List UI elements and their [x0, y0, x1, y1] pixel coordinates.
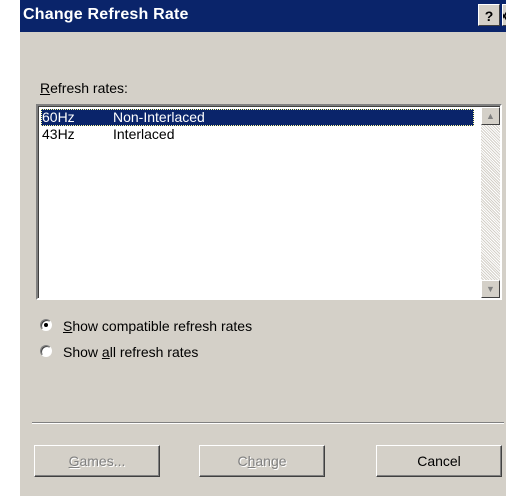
- close-button[interactable]: X: [502, 4, 506, 26]
- show-compatible-label: Show compatible refresh rates: [63, 317, 252, 335]
- show-all-text-pre: Show: [63, 344, 102, 360]
- refresh-rates-label-text: efresh rates:: [50, 80, 128, 96]
- games-text: ames...: [79, 453, 126, 469]
- show-all-radio[interactable]: Show all refresh rates: [40, 343, 240, 361]
- mode-cell: Non-Interlaced: [113, 109, 205, 125]
- show-all-text: ll refresh rates: [109, 344, 199, 360]
- games-accel: G: [68, 453, 80, 469]
- show-all-accel: a: [101, 344, 110, 360]
- show-compatible-radio[interactable]: Show compatible refresh rates: [40, 317, 300, 335]
- refresh-rates-label: Refresh rates:: [40, 80, 128, 96]
- change-text-pre: C: [237, 453, 248, 469]
- title-bar[interactable]: Change Refresh Rate ? X: [20, 0, 506, 32]
- show-compatible-text: how compatible refresh rates: [72, 318, 253, 334]
- mode-cell: Interlaced: [113, 126, 175, 142]
- scroll-down-button[interactable]: ▼: [481, 280, 500, 298]
- listbox-inner: 60Hz Non-Interlaced 43Hz Interlaced ▲ ▼: [38, 106, 500, 298]
- change-button[interactable]: Change: [199, 445, 325, 477]
- help-icon: ?: [484, 8, 494, 24]
- change-refresh-rate-dialog: Change Refresh Rate ? X Refresh rates: 6…: [20, 0, 506, 496]
- separator: [32, 422, 504, 424]
- radio-checked-icon[interactable]: [40, 319, 52, 331]
- scroll-down-icon: ▼: [486, 284, 495, 294]
- cancel-button[interactable]: Cancel: [376, 445, 502, 477]
- scroll-up-button[interactable]: ▲: [481, 107, 500, 125]
- refresh-rates-label-accel: R: [40, 80, 51, 96]
- window-title: Change Refresh Rate: [23, 6, 189, 23]
- change-text: ange: [255, 453, 287, 469]
- rate-cell: 43Hz: [42, 126, 75, 142]
- radio-unchecked-icon[interactable]: [40, 345, 52, 357]
- refresh-rates-listbox[interactable]: 60Hz Non-Interlaced 43Hz Interlaced ▲ ▼: [36, 104, 502, 300]
- show-compatible-accel: S: [63, 318, 73, 334]
- rate-cell: 60Hz: [42, 109, 75, 125]
- close-icon: X: [503, 8, 506, 24]
- vertical-scrollbar[interactable]: ▲ ▼: [481, 107, 500, 298]
- list-item[interactable]: 43Hz Interlaced: [41, 126, 474, 143]
- show-all-label: Show all refresh rates: [63, 343, 198, 361]
- help-button[interactable]: ?: [478, 4, 500, 26]
- scroll-up-icon: ▲: [486, 111, 495, 121]
- list-item[interactable]: 60Hz Non-Interlaced: [41, 109, 474, 126]
- games-button[interactable]: Games...: [34, 445, 160, 477]
